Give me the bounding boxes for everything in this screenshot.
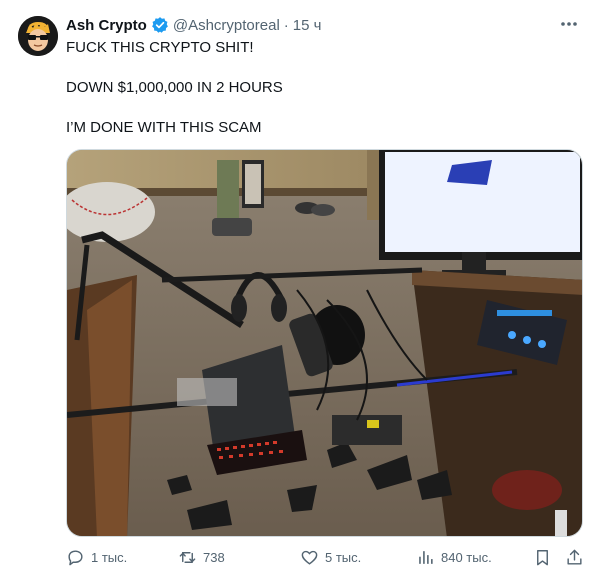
retweet-count: 738 [203,550,225,565]
retweet-button[interactable]: 738 [178,548,225,567]
tweet-photo[interactable] [66,149,583,537]
more-icon [561,22,577,26]
tweet-actions: 1 тыс. 738 5 тыс. 840 тыс. [66,548,586,572]
reply-button[interactable]: 1 тыс. [66,548,127,567]
views-icon [419,551,433,564]
tweet-line-1: FUCK THIS CRYPTO SHIT! [66,39,254,56]
tweet-text: FUCK THIS CRYPTO SHIT! DOWN $1,000,000 I… [66,38,576,138]
author-name[interactable]: Ash Crypto [66,17,147,34]
bookmark-button[interactable] [533,548,552,567]
avatar[interactable] [18,16,58,56]
views-count: 840 тыс. [441,550,492,565]
like-button[interactable]: 5 тыс. [300,548,361,567]
views-button[interactable]: 840 тыс. [416,548,492,567]
tweet-line-3: I’M DONE WITH THIS SCAM [66,119,262,136]
verified-badge-icon [151,17,168,33]
timestamp[interactable]: 15 ч [293,17,322,34]
bookmark-icon [537,550,548,566]
reply-count: 1 тыс. [91,550,128,565]
reply-icon [68,550,83,566]
heart-icon [301,550,318,565]
like-count: 5 тыс. [325,550,362,565]
author-handle[interactable]: @Ashcryptoreal [173,17,280,34]
share-icon [567,549,582,565]
avatar-icon [18,16,58,56]
photo-image [67,150,582,536]
share-button[interactable] [565,548,584,567]
tweet-header: Ash Crypto @Ashcryptoreal · 15 ч [66,14,321,36]
separator-dot: · [283,16,289,34]
more-options-button[interactable] [557,14,581,34]
retweet-icon [179,552,196,563]
tweet[interactable]: Ash Crypto @Ashcryptoreal · 15 ч FUCK TH… [0,0,603,582]
tweet-line-2: DOWN $1,000,000 IN 2 HOURS [66,79,283,96]
